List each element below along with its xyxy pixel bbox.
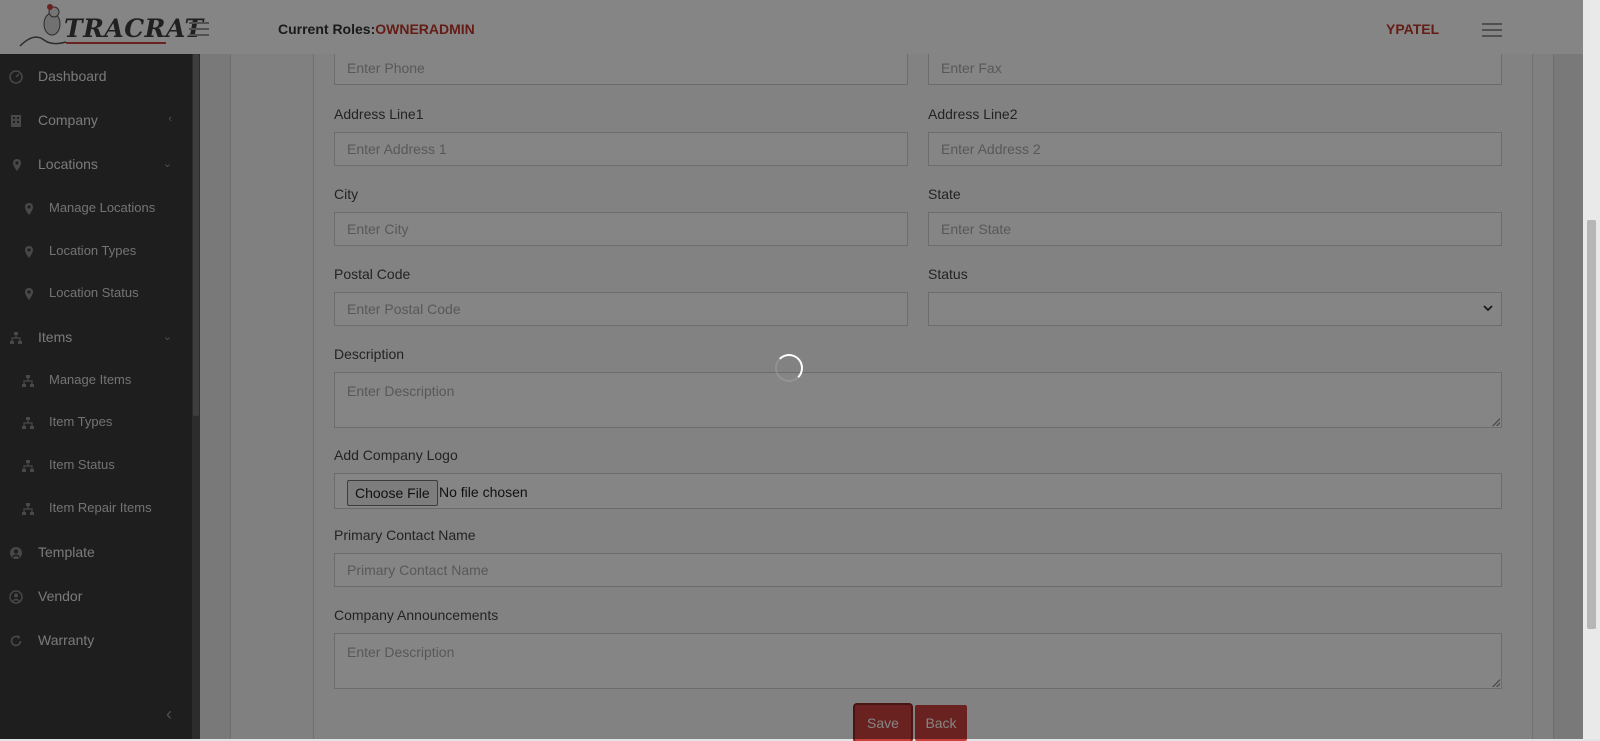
page-scrollbar-thumb[interactable] (1587, 220, 1596, 629)
loading-overlay (0, 0, 1583, 739)
loading-spinner-icon (775, 354, 803, 382)
page-scrollbar[interactable] (1583, 0, 1600, 739)
